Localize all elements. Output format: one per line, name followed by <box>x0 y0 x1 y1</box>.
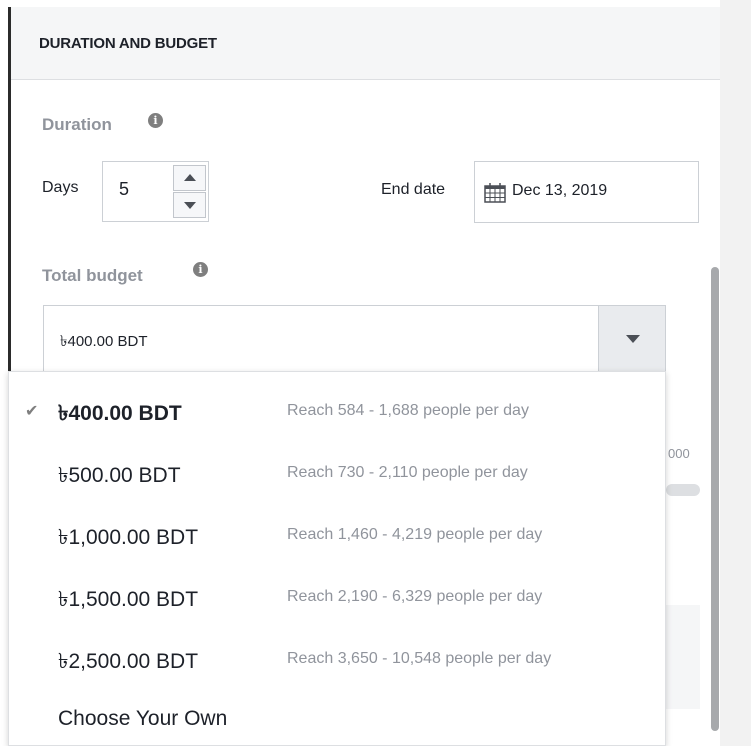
option-amount: ৳500.00 BDT <box>58 464 181 487</box>
days-label: Days <box>42 179 79 196</box>
budget-option-400[interactable]: ✔ ৳400.00 BDT Reach 584 - 1,688 people p… <box>9 381 665 443</box>
right-gutter <box>720 0 751 746</box>
days-value[interactable]: 5 <box>119 179 129 200</box>
info-icon[interactable]: i <box>193 262 208 277</box>
budget-option-custom[interactable]: Choose Your Own <box>9 691 665 746</box>
end-date-field[interactable]: Dec 13, 2019 <box>474 161 699 223</box>
calendar-icon <box>484 183 506 203</box>
budget-option-1500[interactable]: ৳1,500.00 BDT Reach 2,190 - 6,329 people… <box>9 567 665 629</box>
budget-dropdown-menu: ✔ ৳400.00 BDT Reach 584 - 1,688 people p… <box>8 371 666 746</box>
info-icon[interactable]: i <box>148 113 163 128</box>
end-date-label: End date <box>381 181 446 198</box>
panel-header: DURATION AND BUDGET <box>11 7 720 80</box>
estimate-box <box>664 605 700 709</box>
scrollbar[interactable] <box>711 267 719 731</box>
budget-selected-value: ৳400.00 BDT <box>60 333 148 350</box>
reach-scale-fragment: 000 <box>668 446 690 461</box>
option-reach: Reach 730 - 2,110 people per day <box>287 464 528 481</box>
budget-option-1000[interactable]: ৳1,000.00 BDT Reach 1,460 - 4,219 people… <box>9 505 665 567</box>
end-date-value: Dec 13, 2019 <box>512 182 608 199</box>
option-reach: Reach 584 - 1,688 people per day <box>287 402 529 419</box>
arrow-up-icon <box>184 174 196 181</box>
stepper-arrows <box>173 165 206 218</box>
option-amount: ৳1,500.00 BDT <box>58 588 199 611</box>
reach-slider-track <box>666 484 700 496</box>
option-reach: Reach 1,460 - 4,219 people per day <box>287 526 543 543</box>
days-stepper[interactable]: 5 <box>102 161 209 222</box>
total-budget-label: Total budget <box>42 266 143 285</box>
section-title: DURATION AND BUDGET <box>39 35 217 52</box>
budget-option-500[interactable]: ৳500.00 BDT Reach 730 - 2,110 people per… <box>9 443 665 505</box>
option-amount: ৳1,000.00 BDT <box>58 526 199 549</box>
ad-budget-screen: DURATION AND BUDGET Duration i Days 5 En… <box>0 0 751 746</box>
decrement-button[interactable] <box>173 192 206 218</box>
arrow-down-icon <box>184 202 196 209</box>
caret-down-icon <box>626 335 640 343</box>
option-amount: Choose Your Own <box>58 707 228 730</box>
budget-option-2500[interactable]: ৳2,500.00 BDT Reach 3,650 - 10,548 peopl… <box>9 629 665 691</box>
option-reach: Reach 3,650 - 10,548 people per day <box>287 650 552 667</box>
budget-select[interactable]: ৳400.00 BDT <box>43 305 666 372</box>
budget-dropdown-toggle[interactable] <box>598 306 665 371</box>
option-amount: ৳400.00 BDT <box>58 402 182 425</box>
option-amount: ৳2,500.00 BDT <box>58 650 199 673</box>
increment-button[interactable] <box>173 165 206 191</box>
option-reach: Reach 2,190 - 6,329 people per day <box>287 588 543 605</box>
check-icon: ✔ <box>25 403 39 420</box>
duration-label: Duration <box>42 115 112 134</box>
